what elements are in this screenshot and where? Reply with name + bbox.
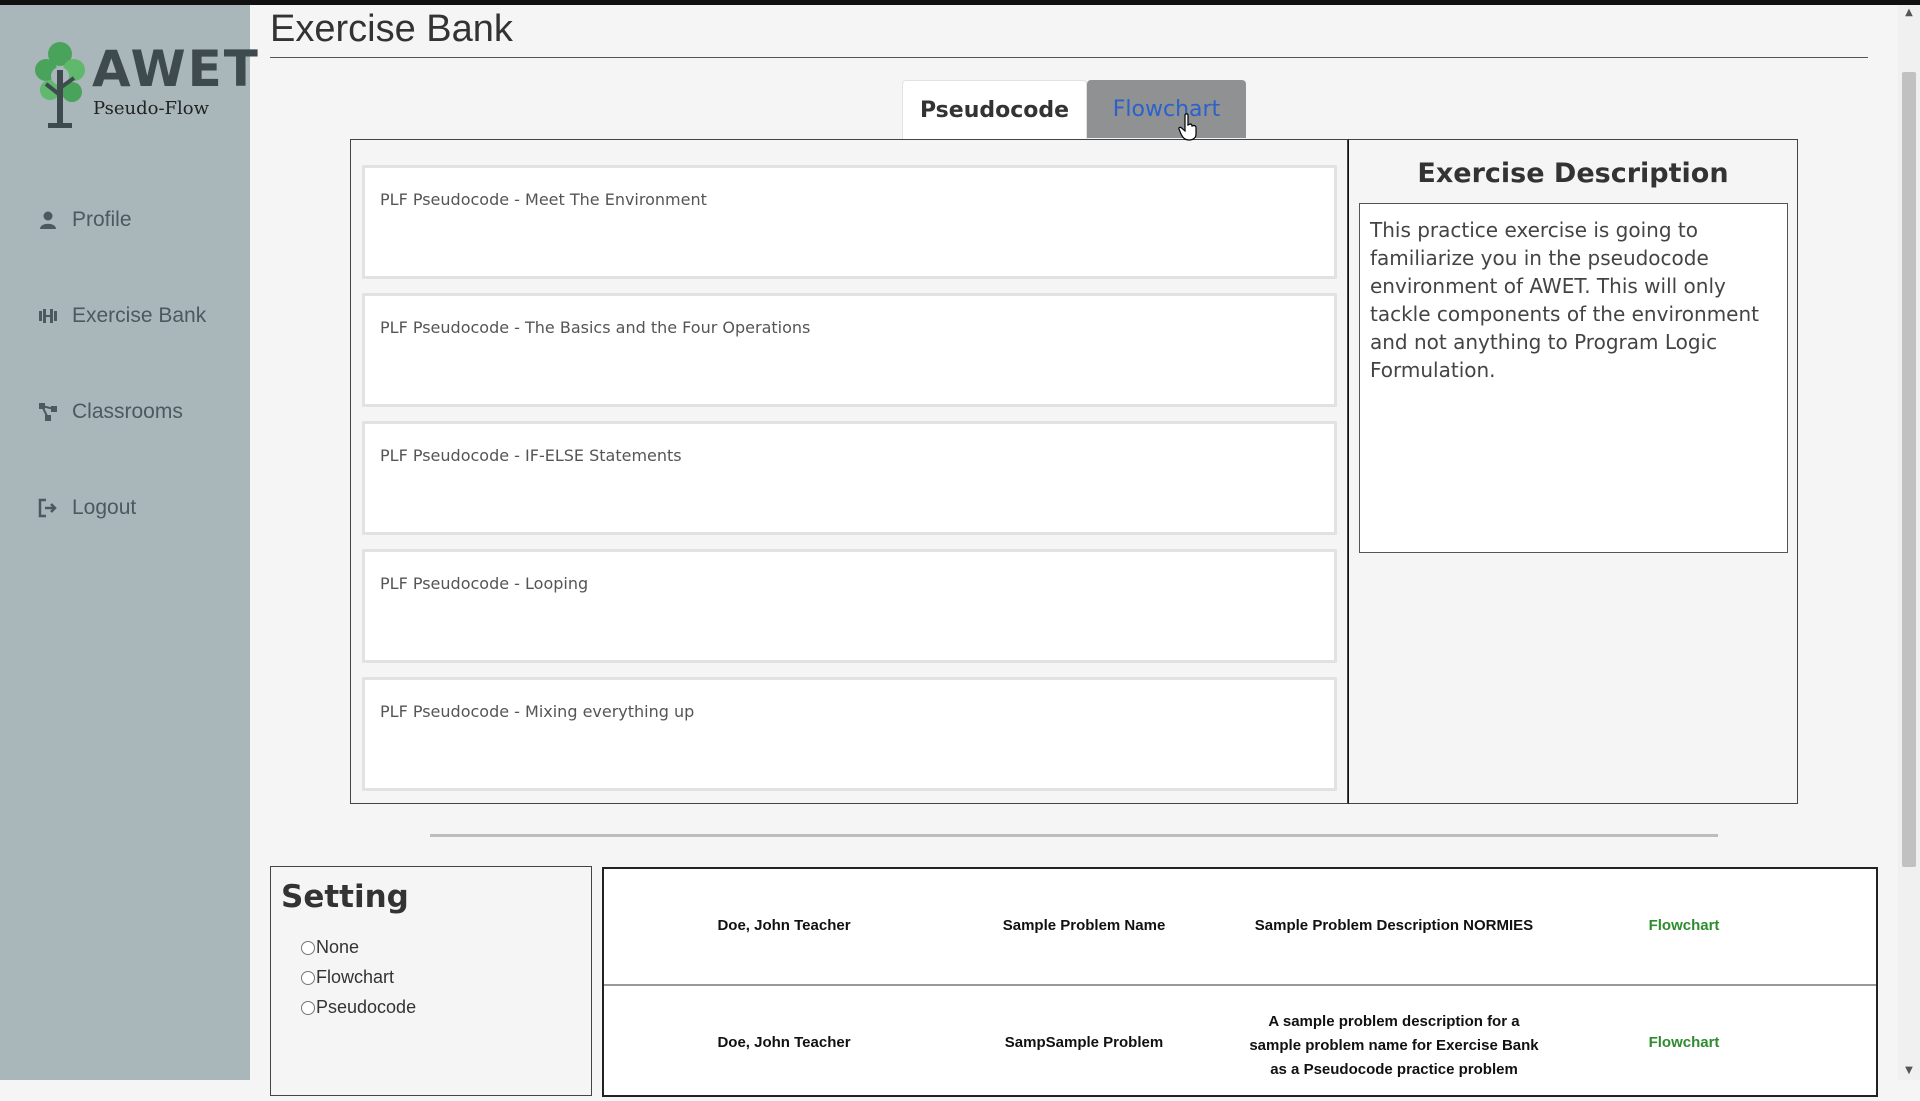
tree-logo-icon — [35, 42, 85, 128]
exercise-list-panel: PLF Pseudocode - Meet The Environment PL… — [350, 139, 1348, 804]
exercise-title: PLF Pseudocode - Mixing everything up — [380, 702, 695, 721]
problem-type-link[interactable]: Flowchart — [1614, 1034, 1754, 1051]
title-divider — [270, 57, 1868, 58]
section-divider — [430, 834, 1718, 837]
setting-heading: Setting — [281, 879, 409, 915]
tab-flowchart[interactable]: Flowchart — [1087, 80, 1246, 138]
window-top-border — [0, 0, 1920, 5]
sidebar-item-label: Exercise Bank — [72, 304, 207, 327]
sidebar-item-logout[interactable]: Logout — [38, 488, 136, 528]
exercise-item[interactable]: PLF Pseudocode - Meet The Environment — [362, 165, 1337, 279]
problems-table: Doe, John Teacher Sample Problem Name Sa… — [602, 867, 1878, 1097]
exercise-description-panel: Exercise Description This practice exerc… — [1348, 139, 1798, 804]
brand-name: AWET — [92, 40, 260, 98]
exercise-title: PLF Pseudocode - IF-ELSE Statements — [380, 446, 682, 465]
radio-circle[interactable] — [301, 940, 315, 955]
table-row[interactable]: Doe, John Teacher SampSample Problem A s… — [604, 986, 1876, 1101]
problem-description: Sample Problem Description NORMIES — [1254, 917, 1534, 934]
user-icon — [40, 211, 56, 229]
sidebar-item-label: Logout — [72, 496, 137, 519]
radio-label: Pseudocode — [316, 997, 417, 1017]
problem-name: SampSample Problem — [1004, 1034, 1164, 1051]
sidebar-item-label: Profile — [72, 208, 132, 231]
radio-label: None — [316, 937, 360, 957]
description-heading: Exercise Description — [1417, 158, 1729, 189]
hand-pointer-icon — [1178, 113, 1197, 141]
description-text: This practice exercise is going to famil… — [1359, 203, 1788, 553]
setting-panel: Setting None Flowchart Pseudocode — [270, 866, 592, 1096]
sidebar-item-profile[interactable]: Profile — [38, 200, 132, 240]
sidebar-item-label: Classrooms — [72, 400, 183, 423]
radio-circle[interactable] — [301, 970, 315, 985]
radio-pseudocode[interactable]: Pseudocode — [301, 997, 416, 1018]
problem-description: A sample problem description for a sampl… — [1249, 1013, 1539, 1078]
exercise-title: PLF Pseudocode - The Basics and the Four… — [380, 318, 811, 337]
radio-label: Flowchart — [316, 967, 395, 987]
exercise-item[interactable]: PLF Pseudocode - Looping — [362, 549, 1337, 663]
exercise-item[interactable]: PLF Pseudocode - The Basics and the Four… — [362, 293, 1337, 407]
exercise-title: PLF Pseudocode - Looping — [380, 574, 589, 593]
radio-none[interactable]: None — [301, 937, 359, 958]
table-row[interactable]: Doe, John Teacher Sample Problem Name Sa… — [604, 869, 1876, 984]
radio-flowchart[interactable]: Flowchart — [301, 967, 394, 988]
problem-author: Doe, John Teacher — [717, 1034, 851, 1051]
page-title: Exercise Bank — [270, 8, 513, 50]
tab-pseudocode[interactable]: Pseudocode — [902, 80, 1087, 139]
network-icon — [39, 403, 57, 421]
dumbbell-icon — [39, 309, 57, 323]
problem-name: Sample Problem Name — [1002, 917, 1166, 934]
radio-circle[interactable] — [301, 1000, 315, 1015]
scroll-up-arrow[interactable]: ▲ — [1903, 8, 1915, 18]
app-logo[interactable]: AWET Pseudo-Flow — [30, 40, 258, 130]
scrollbar-thumb[interactable] — [1902, 72, 1916, 867]
sidebar-item-exercise-bank[interactable]: Exercise Bank — [38, 296, 206, 336]
logout-icon — [38, 498, 57, 518]
exercise-item[interactable]: PLF Pseudocode - IF-ELSE Statements — [362, 421, 1337, 535]
sidebar: AWET Pseudo-Flow Profile Exercise Bank C… — [0, 5, 258, 1080]
brand-subtitle: Pseudo-Flow — [93, 98, 210, 119]
problem-author: Doe, John Teacher — [717, 917, 851, 934]
problem-type-link[interactable]: Flowchart — [1614, 917, 1754, 934]
exercise-title: PLF Pseudocode - Meet The Environment — [380, 190, 707, 209]
exercise-item[interactable]: PLF Pseudocode - Mixing everything up — [362, 677, 1337, 791]
sidebar-item-classrooms[interactable]: Classrooms — [38, 392, 183, 432]
scroll-down-arrow[interactable]: ▼ — [1903, 1066, 1915, 1076]
